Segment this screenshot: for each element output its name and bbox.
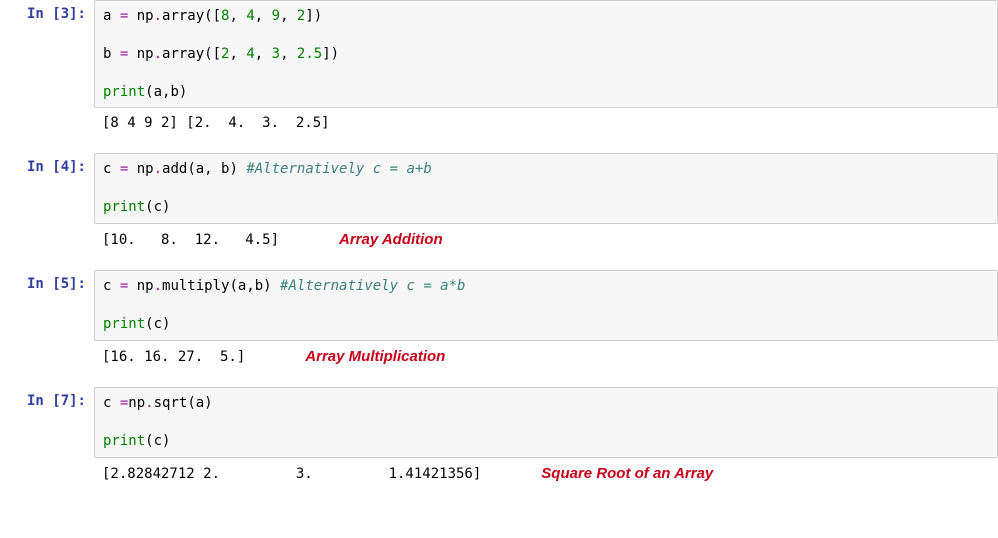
code-token: ]): [305, 8, 322, 24]
code-token: (a,b): [229, 278, 280, 294]
output-cell: [16. 16. 27. 5.] Array Multiplication: [0, 341, 998, 373]
code-input[interactable]: c =np.sqrt(a) print(c): [94, 387, 998, 458]
code-token: np: [137, 278, 154, 294]
code-token: np: [137, 46, 154, 62]
code-token: ]): [322, 46, 339, 62]
code-token: .: [145, 395, 153, 411]
code-token: 9: [272, 8, 280, 24]
annotation-label: Array Multiplication: [305, 347, 445, 367]
code-token: (a, b): [187, 161, 246, 177]
code-token: ,: [280, 8, 297, 24]
code-token: a: [103, 8, 120, 24]
code-token: array: [162, 46, 204, 62]
code-token: np: [128, 395, 145, 411]
code-token: array: [162, 8, 204, 24]
code-token: 3: [272, 46, 280, 62]
code-input[interactable]: a = np.array([8, 4, 9, 2]) b = np.array(…: [94, 0, 998, 108]
annotation-label: Array Addition: [339, 230, 443, 250]
code-token: ,: [229, 8, 246, 24]
code-token: (c): [145, 199, 170, 215]
output-cell: [10. 8. 12. 4.5] Array Addition: [0, 224, 998, 256]
code-token: (c): [145, 316, 170, 332]
code-cell: In [3]: a = np.array([8, 4, 9, 2]) b = n…: [0, 0, 998, 108]
code-token: =: [120, 46, 137, 62]
code-token: .: [154, 46, 162, 62]
code-comment: #Alternatively c = a+b: [246, 161, 431, 177]
output-cell: [2.82842712 2. 3. 1.41421356] Square Roo…: [0, 458, 998, 490]
output-text: [16. 16. 27. 5.]: [102, 348, 245, 367]
code-token: np: [137, 161, 154, 177]
code-token: .: [154, 278, 162, 294]
code-token: (a): [187, 395, 212, 411]
code-token: print: [103, 199, 145, 215]
code-token: ([: [204, 46, 221, 62]
code-token: (a,b): [145, 84, 187, 100]
code-token: .: [154, 161, 162, 177]
code-cell: In [7]: c =np.sqrt(a) print(c): [0, 387, 998, 458]
code-token: .: [154, 8, 162, 24]
code-output: [8 4 9 2] [2. 4. 3. 2.5]: [94, 108, 998, 139]
code-token: b: [103, 46, 120, 62]
code-token: sqrt: [154, 395, 188, 411]
code-input[interactable]: c = np.add(a, b) #Alternatively c = a+b …: [94, 153, 998, 224]
code-output: [2.82842712 2. 3. 1.41421356] Square Roo…: [94, 458, 998, 490]
code-token: c: [103, 395, 120, 411]
code-token: print: [103, 316, 145, 332]
output-prompt: [0, 341, 94, 353]
code-token: ,: [229, 46, 246, 62]
code-comment: #Alternatively c = a*b: [280, 278, 465, 294]
code-token: np: [137, 8, 154, 24]
output-text: [10. 8. 12. 4.5]: [102, 231, 279, 250]
code-token: (c): [145, 433, 170, 449]
code-token: c: [103, 278, 120, 294]
code-token: 2.5: [297, 46, 322, 62]
code-token: ,: [255, 46, 272, 62]
code-token: =: [120, 278, 137, 294]
code-token: 4: [246, 46, 254, 62]
code-cell: In [4]: c = np.add(a, b) #Alternatively …: [0, 153, 998, 224]
code-token: print: [103, 84, 145, 100]
input-prompt: In [7]:: [0, 387, 94, 415]
output-prompt: [0, 458, 94, 470]
input-prompt: In [3]:: [0, 0, 94, 28]
output-text: [2.82842712 2. 3. 1.41421356]: [102, 465, 481, 484]
code-token: print: [103, 433, 145, 449]
input-prompt: In [5]:: [0, 270, 94, 298]
code-token: 4: [246, 8, 254, 24]
code-token: =: [120, 8, 137, 24]
annotation-label: Square Root of an Array: [541, 464, 713, 484]
code-output: [16. 16. 27. 5.] Array Multiplication: [94, 341, 998, 373]
code-token: =: [120, 161, 137, 177]
code-token: multiply: [162, 278, 229, 294]
code-input[interactable]: c = np.multiply(a,b) #Alternatively c = …: [94, 270, 998, 341]
output-prompt: [0, 224, 94, 236]
code-token: ([: [204, 8, 221, 24]
output-prompt: [0, 108, 94, 120]
output-cell: [8 4 9 2] [2. 4. 3. 2.5]: [0, 108, 998, 139]
output-text: [8 4 9 2] [2. 4. 3. 2.5]: [102, 114, 330, 133]
code-output: [10. 8. 12. 4.5] Array Addition: [94, 224, 998, 256]
code-token: c: [103, 161, 120, 177]
code-token: ,: [255, 8, 272, 24]
input-prompt: In [4]:: [0, 153, 94, 181]
code-token: ,: [280, 46, 297, 62]
code-token: add: [162, 161, 187, 177]
code-cell: In [5]: c = np.multiply(a,b) #Alternativ…: [0, 270, 998, 341]
